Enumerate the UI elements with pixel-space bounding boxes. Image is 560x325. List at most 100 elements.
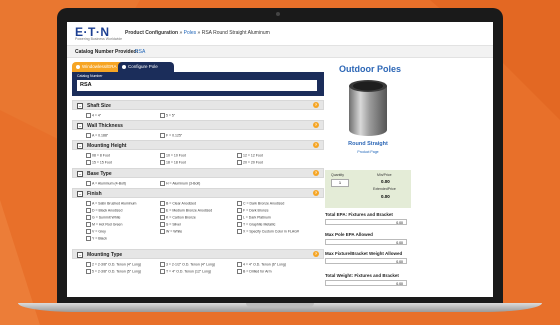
option-item[interactable]: L = Dark Platinum (237, 215, 271, 220)
checkbox[interactable] (86, 215, 91, 220)
checkbox[interactable] (237, 229, 242, 234)
expand-icon[interactable]: – (77, 252, 83, 258)
option-item[interactable]: 18 = 18 Foot (160, 160, 186, 165)
option-item[interactable]: 2 = 2-3/8" O.D. Tenon (4" Long) (86, 262, 141, 267)
tab-windowless[interactable]: Windowless/ERA (72, 62, 124, 72)
option-item[interactable]: X = Specify Custom Color in FLAG# (237, 229, 299, 234)
field-value[interactable]: 0.00 (325, 239, 407, 245)
option-item[interactable]: B = Clear Anodized (160, 201, 196, 206)
catalog-number-field[interactable]: RSA (77, 80, 317, 91)
checkbox[interactable] (160, 215, 165, 220)
option-label: C = Dark Bronze Anodized (243, 201, 285, 206)
option-item[interactable]: K = Carbon Bronze (160, 215, 196, 220)
option-item[interactable]: A = 0.188" (86, 133, 108, 138)
field-value[interactable]: 0.00 (325, 280, 407, 286)
option-item[interactable]: T = 4" O.D. Tenon (12" Long) (160, 269, 211, 274)
option-item[interactable]: V = Grey (86, 229, 106, 234)
option-item[interactable]: W = White (160, 229, 182, 234)
option-item[interactable]: 12 = 12 Foot (237, 153, 263, 158)
checkbox[interactable] (160, 222, 165, 227)
checkbox[interactable] (237, 222, 242, 227)
option-item[interactable]: S = Silver (160, 222, 181, 227)
checkbox[interactable] (160, 262, 165, 267)
checkbox[interactable] (160, 201, 165, 206)
option-label: 15 = 15 Foot (92, 160, 112, 165)
checkbox[interactable] (237, 160, 242, 165)
section-finish[interactable]: – Finish ? (72, 188, 324, 198)
option-item[interactable]: E = Medium Bronze Anodized (160, 208, 212, 213)
checkbox[interactable] (86, 160, 91, 165)
option-label: E = Medium Bronze Anodized (166, 208, 213, 213)
help-icon[interactable]: ? (313, 102, 319, 108)
option-item[interactable]: 3 = 2-1/2" O.D. Tenon (4" Long) (160, 262, 215, 267)
section-mounting-type[interactable]: – Mounting Type ? (72, 249, 324, 259)
option-item[interactable]: 15 = 15 Foot (86, 160, 112, 165)
expand-icon[interactable]: – (77, 123, 83, 129)
checkbox[interactable] (160, 181, 165, 186)
checkbox[interactable] (86, 181, 91, 186)
option-item[interactable]: T = Graphite Metallic (237, 222, 275, 227)
product-page-link[interactable]: Product Page (325, 150, 411, 154)
checkbox[interactable] (160, 113, 165, 118)
checkbox[interactable] (86, 262, 91, 267)
checkbox[interactable] (237, 269, 242, 274)
option-item[interactable]: F = Dark Bronze (237, 208, 269, 213)
option-item[interactable]: C = Dark Bronze Anodized (237, 201, 284, 206)
help-icon[interactable]: ? (313, 251, 319, 257)
quantity-input[interactable]: 1 (331, 179, 349, 187)
section-shaft-size[interactable]: – Shaft Size ? (72, 100, 324, 110)
section-base-type[interactable]: – Base Type ? (72, 168, 324, 178)
tab-configure-pole[interactable]: Configure Pole (118, 62, 174, 72)
section-mounting-height[interactable]: – Mounting Height ? (72, 140, 324, 150)
option-item[interactable]: B = Drilled for Arm (237, 269, 272, 274)
option-item[interactable]: 5 = 2-3/8" O.D. Tenon (5" Long) (86, 269, 141, 274)
option-item[interactable]: 10 = 10 Foot (160, 153, 186, 158)
option-item[interactable]: 08 = 8 Foot (86, 153, 110, 158)
option-item[interactable]: F = 0.125" (160, 133, 182, 138)
expand-icon[interactable]: – (77, 191, 83, 197)
option-item[interactable]: A = Aluminum (4-Bolt) (86, 181, 126, 186)
checkbox[interactable] (237, 153, 242, 158)
checkbox[interactable] (160, 153, 165, 158)
min-price-value: 0.00 (381, 179, 390, 184)
checkbox[interactable] (160, 160, 165, 165)
help-icon[interactable]: ? (313, 122, 319, 128)
checkbox[interactable] (86, 153, 91, 158)
checkbox[interactable] (237, 215, 242, 220)
checkbox[interactable] (86, 236, 91, 241)
expand-icon[interactable]: – (77, 171, 83, 177)
expand-icon[interactable]: – (77, 143, 83, 149)
option-item[interactable]: 4 = 4" O.D. Tenon (6" Long) (237, 262, 286, 267)
option-item[interactable]: Y = Black (86, 236, 107, 241)
checkbox[interactable] (160, 269, 165, 274)
expand-icon[interactable]: – (77, 103, 83, 109)
option-item[interactable]: 4 = 4" (86, 113, 101, 118)
breadcrumb-poles-link[interactable]: Poles (184, 30, 197, 36)
section-wall-thickness[interactable]: – Wall Thickness ? (72, 120, 324, 130)
checkbox[interactable] (86, 269, 91, 274)
field-value[interactable]: 0.00 (325, 258, 407, 264)
checkbox[interactable] (86, 222, 91, 227)
checkbox[interactable] (86, 133, 91, 138)
checkbox[interactable] (237, 201, 242, 206)
option-item[interactable]: G = Summit White (86, 215, 121, 220)
checkbox[interactable] (160, 133, 165, 138)
checkbox[interactable] (160, 229, 165, 234)
checkbox[interactable] (86, 229, 91, 234)
option-item[interactable]: 5 = 5" (160, 113, 175, 118)
help-icon[interactable]: ? (313, 170, 319, 176)
checkbox[interactable] (160, 208, 165, 213)
help-icon[interactable]: ? (313, 190, 319, 196)
option-item[interactable]: M = Hot Rod Green (86, 222, 122, 227)
checkbox[interactable] (86, 113, 91, 118)
option-item[interactable]: 20 = 20 Foot (237, 160, 263, 165)
option-item[interactable]: A = Satin Brushed Aluminum (86, 201, 136, 206)
field-value[interactable]: 0.00 (325, 219, 407, 225)
checkbox[interactable] (237, 208, 242, 213)
option-item[interactable]: D = Black Anodized (86, 208, 122, 213)
help-icon[interactable]: ? (313, 142, 319, 148)
checkbox[interactable] (86, 201, 91, 206)
option-item[interactable]: H = Aluminum (3-Bolt) (160, 181, 200, 186)
checkbox[interactable] (237, 262, 242, 267)
checkbox[interactable] (86, 208, 91, 213)
